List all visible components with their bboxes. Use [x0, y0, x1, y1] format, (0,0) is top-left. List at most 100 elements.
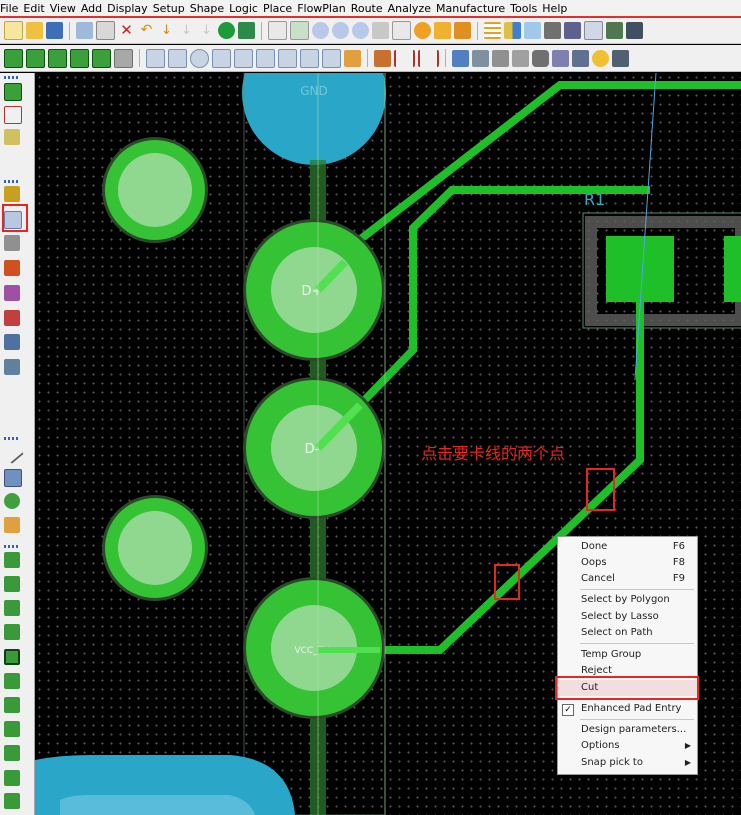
toolbar-grip[interactable]	[4, 76, 20, 79]
arrow-down-icon[interactable]: ↓	[198, 22, 215, 39]
fanout-icon[interactable]	[4, 334, 20, 350]
menu-file[interactable]: File	[0, 2, 23, 15]
line-icon[interactable]	[0, 439, 24, 465]
drc-icon[interactable]	[452, 49, 469, 67]
menu-item-select-by-polygon[interactable]: Select by Polygon	[558, 592, 697, 608]
rectangle-icon[interactable]	[168, 48, 187, 68]
menu-item-done[interactable]: Done F6	[558, 539, 697, 555]
menu-route[interactable]: Route	[351, 2, 388, 15]
dimension-icon[interactable]	[394, 49, 415, 67]
arrow-down-icon[interactable]: ↓	[158, 22, 175, 39]
trace-icon[interactable]	[4, 624, 20, 640]
menu-tools[interactable]: Tools	[510, 2, 542, 15]
delete-icon[interactable]: ✕	[118, 22, 135, 39]
new-file-icon[interactable]	[4, 21, 23, 40]
copy-icon[interactable]	[96, 21, 115, 40]
highlight-icon[interactable]	[218, 22, 235, 39]
trace-icon[interactable]	[4, 697, 20, 713]
trace-icon[interactable]	[4, 576, 20, 592]
custom-smooth-icon[interactable]	[4, 260, 20, 276]
property-icon[interactable]	[4, 129, 20, 145]
gloss-icon[interactable]	[4, 359, 20, 375]
zoom-in-icon[interactable]	[332, 22, 349, 39]
menu-item-snap-pick-to[interactable]: Snap pick to ▶	[558, 755, 697, 771]
menu-analyze[interactable]: Analyze	[388, 2, 436, 15]
export-icon[interactable]	[612, 49, 629, 67]
box-icon[interactable]	[4, 469, 22, 487]
route-icon[interactable]	[4, 186, 20, 202]
trace-icon[interactable]	[4, 793, 20, 809]
vertex-icon[interactable]	[4, 285, 20, 301]
display-icon[interactable]	[606, 22, 623, 39]
open-folder-icon[interactable]	[26, 22, 43, 39]
layer-icon[interactable]	[564, 22, 581, 39]
layer-gnd-icon[interactable]	[26, 48, 45, 68]
delay-tune-icon[interactable]	[4, 235, 20, 251]
toolbar-grip[interactable]	[4, 545, 20, 548]
gauge-icon[interactable]	[492, 49, 509, 67]
menu-item-oops[interactable]: Oops F8	[558, 555, 697, 571]
place-icon[interactable]	[344, 49, 361, 67]
measure-icon[interactable]	[552, 49, 569, 67]
grid-icon[interactable]	[484, 22, 501, 39]
zoom-fit-icon[interactable]	[268, 21, 287, 40]
trace-icon[interactable]	[4, 600, 20, 616]
layer-off-icon[interactable]	[114, 48, 133, 68]
menu-item-design-parameters[interactable]: Design parameters...	[558, 722, 697, 738]
table-icon[interactable]	[584, 21, 603, 40]
toolbar-grip[interactable]	[4, 180, 20, 183]
canvas-icon[interactable]	[454, 22, 471, 39]
ground-icon[interactable]	[4, 721, 20, 737]
menu-edit[interactable]: Edit	[23, 2, 49, 15]
net-icon[interactable]	[4, 106, 22, 124]
menu-help[interactable]: Help	[542, 2, 572, 15]
trace-icon[interactable]	[4, 552, 20, 568]
shape-icon[interactable]	[300, 48, 319, 68]
pin-icon[interactable]	[238, 22, 255, 39]
zoom-window-icon[interactable]	[312, 22, 329, 39]
data-icon[interactable]	[512, 49, 529, 67]
report-icon[interactable]	[472, 49, 489, 67]
check-icon[interactable]	[572, 49, 589, 67]
component-icon[interactable]	[626, 22, 643, 39]
spread-icon[interactable]	[4, 310, 20, 326]
arrow-down-icon[interactable]: ↓	[178, 22, 195, 39]
move-icon[interactable]	[76, 22, 93, 39]
zoom-previous-icon[interactable]	[372, 22, 389, 39]
save-icon[interactable]	[46, 22, 63, 39]
zoom-out-icon[interactable]	[352, 22, 369, 39]
edit-text-icon[interactable]	[4, 517, 20, 533]
3d-view-icon[interactable]	[434, 22, 451, 39]
shape-icon[interactable]	[256, 48, 275, 68]
shadow-icon[interactable]	[544, 22, 561, 39]
visibility-icon[interactable]	[524, 22, 541, 39]
shape-icon[interactable]	[234, 48, 253, 68]
menu-manufacture[interactable]: Manufacture	[436, 2, 510, 15]
add-connect-icon[interactable]	[4, 83, 22, 101]
color-layers-icon[interactable]	[504, 22, 521, 39]
menu-display[interactable]: Display	[107, 2, 153, 15]
circle-icon[interactable]	[190, 48, 209, 68]
add-text-icon[interactable]	[4, 493, 20, 509]
menu-item-select-by-lasso[interactable]: Select by Lasso	[558, 609, 697, 625]
trace-icon[interactable]	[4, 770, 20, 786]
layer-top-icon[interactable]	[4, 48, 23, 68]
dimension-icon[interactable]	[418, 49, 439, 67]
menu-flowplan[interactable]: FlowPlan	[297, 2, 351, 15]
layer-bottom-icon[interactable]	[70, 48, 89, 68]
menu-item-cancel[interactable]: Cancel F9	[558, 571, 697, 587]
via-icon[interactable]	[4, 649, 20, 665]
menu-view[interactable]: View	[50, 2, 81, 15]
layer-power-icon[interactable]	[48, 48, 67, 68]
artwork-icon[interactable]	[592, 49, 609, 67]
menu-place[interactable]: Place	[263, 2, 297, 15]
trace-icon[interactable]	[4, 745, 20, 761]
pointer-icon[interactable]	[212, 48, 231, 68]
undo-icon[interactable]: ↶	[138, 22, 155, 39]
zoom-world-icon[interactable]	[290, 21, 309, 40]
menu-add[interactable]: Add	[81, 2, 107, 15]
menu-shape[interactable]: Shape	[190, 2, 229, 15]
menu-setup[interactable]: Setup	[153, 2, 190, 15]
select-icon[interactable]	[146, 48, 165, 68]
menu-item-select-on-path[interactable]: Select on Path	[558, 625, 697, 641]
